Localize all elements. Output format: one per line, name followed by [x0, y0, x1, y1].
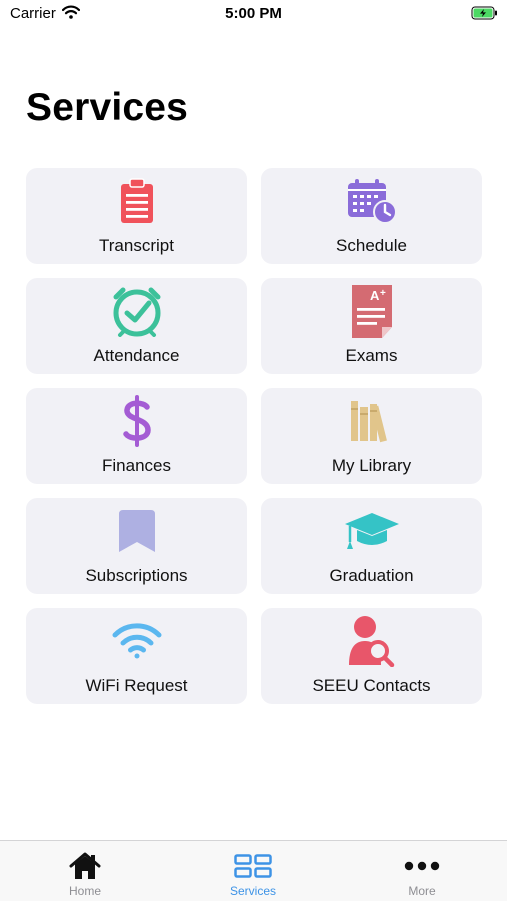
status-bar: Carrier 5:00 PM	[0, 0, 507, 28]
tile-label: Attendance	[93, 346, 180, 365]
exams-tile[interactable]: A + Exams	[261, 278, 482, 374]
battery-charging-icon	[471, 6, 498, 25]
transcript-tile[interactable]: Transcript	[26, 168, 247, 264]
subscriptions-tile[interactable]: Subscriptions	[26, 498, 247, 594]
dollar-icon	[26, 395, 247, 447]
finances-tile[interactable]: Finances	[26, 388, 247, 484]
tile-label: Graduation	[329, 566, 414, 585]
tile-label: Transcript	[99, 236, 174, 255]
tile-label: WiFi Request	[85, 676, 188, 695]
tab-label: Services	[229, 884, 276, 898]
graduation-cap-icon	[261, 506, 482, 556]
tab-label: More	[408, 884, 436, 898]
tab-more[interactable]: More	[362, 841, 482, 901]
graded-paper-icon: A +	[261, 285, 482, 338]
graduation-tile[interactable]: Graduation	[261, 498, 482, 594]
status-time: 5:00 PM	[225, 5, 282, 22]
wifi-request-tile[interactable]: WiFi Request	[26, 608, 247, 704]
tile-label: Finances	[102, 456, 171, 475]
seeu-contacts-tile[interactable]: SEEU Contacts	[261, 608, 482, 704]
tab-services[interactable]: Services	[193, 841, 313, 901]
tile-label: Exams	[345, 346, 398, 365]
schedule-tile[interactable]: Schedule	[261, 168, 482, 264]
more-dots-icon	[362, 851, 482, 881]
tile-label: Subscriptions	[85, 566, 188, 585]
my-library-tile[interactable]: My Library	[261, 388, 482, 484]
page-title: Services	[26, 86, 189, 129]
tab-bar: Home Services More	[0, 840, 507, 901]
tile-label: My Library	[331, 456, 412, 475]
person-search-icon	[261, 616, 482, 667]
tile-label: SEEU Contacts	[312, 676, 431, 695]
books-icon	[261, 396, 482, 446]
grid-icon	[193, 851, 313, 881]
attendance-tile[interactable]: Attendance	[26, 278, 247, 374]
home-icon	[25, 851, 145, 881]
clipboard-icon	[26, 176, 247, 226]
wifi-icon	[26, 616, 247, 666]
tile-label: Schedule	[336, 236, 407, 255]
svg-text:A: A	[370, 288, 380, 303]
calendar-clock-icon	[261, 176, 482, 226]
tab-home[interactable]: Home	[25, 841, 145, 901]
tab-label: Home	[68, 884, 101, 898]
bookmark-icon	[26, 506, 247, 556]
svg-text:+: +	[380, 288, 386, 299]
clock-check-icon	[26, 286, 247, 337]
